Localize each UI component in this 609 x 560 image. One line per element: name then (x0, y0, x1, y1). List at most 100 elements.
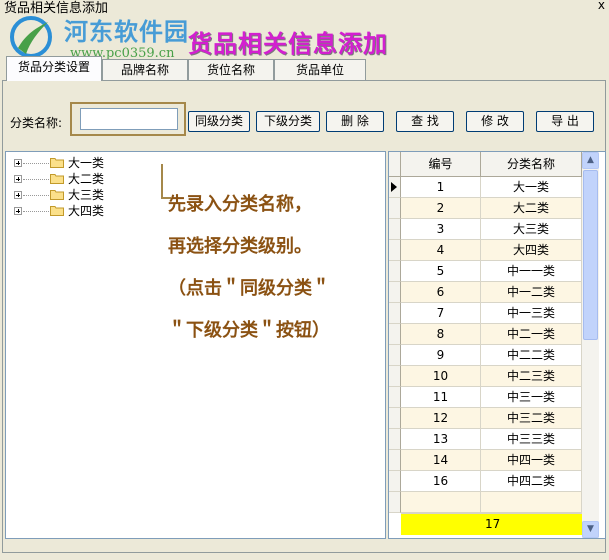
grid-header: 编号 分类名称 (389, 152, 582, 177)
cell-id[interactable] (401, 492, 481, 513)
table-row[interactable]: 10 中二三类 (389, 366, 582, 387)
tab-category-settings[interactable]: 货品分类设置 (6, 56, 102, 81)
table-row[interactable]: 16 中四二类 (389, 471, 582, 492)
cell-name[interactable]: 中二二类 (481, 345, 582, 366)
export-button[interactable]: 导 出 (536, 111, 594, 132)
tab-location-name[interactable]: 货位名称 (188, 59, 274, 80)
cell-name[interactable]: 大三类 (481, 219, 582, 240)
cell-name[interactable]: 中四二类 (481, 471, 582, 492)
row-selector[interactable] (389, 324, 401, 345)
row-selector[interactable] (389, 240, 401, 261)
row-selector[interactable] (389, 471, 401, 492)
plus-box-icon[interactable] (14, 207, 22, 215)
cell-id[interactable]: 10 (401, 366, 481, 387)
cell-name[interactable]: 中一二类 (481, 282, 582, 303)
cell-id[interactable]: 6 (401, 282, 481, 303)
row-selector[interactable] (389, 450, 401, 471)
vertical-scrollbar[interactable]: ▲ ▼ (582, 152, 599, 538)
table-row[interactable]: 12 中三二类 (389, 408, 582, 429)
edit-button[interactable]: 修 改 (466, 111, 524, 132)
cell-name[interactable]: 中一三类 (481, 303, 582, 324)
annotation-line: ＂下级分类＂按钮） (168, 320, 330, 341)
find-button[interactable]: 查 找 (396, 111, 454, 132)
row-selector[interactable] (389, 219, 401, 240)
tab-unit[interactable]: 货品单位 (274, 59, 366, 80)
scroll-down-icon[interactable]: ▼ (582, 521, 599, 538)
plus-box-icon[interactable] (14, 191, 22, 199)
cell-id[interactable]: 3 (401, 219, 481, 240)
cell-id[interactable]: 12 (401, 408, 481, 429)
annotation-connector (161, 164, 163, 198)
table-row[interactable]: 8 中二一类 (389, 324, 582, 345)
table-row[interactable]: 5 中一一类 (389, 261, 582, 282)
cell-id[interactable]: 8 (401, 324, 481, 345)
table-row[interactable]: 3 大三类 (389, 219, 582, 240)
column-header-id[interactable]: 编号 (401, 152, 481, 177)
tree-connector (23, 163, 51, 164)
table-row[interactable]: 11 中三一类 (389, 387, 582, 408)
row-selector[interactable] (389, 282, 401, 303)
row-selector[interactable] (389, 177, 401, 198)
table-row[interactable]: 13 中三三类 (389, 429, 582, 450)
cell-name[interactable]: 中三二类 (481, 408, 582, 429)
row-selector[interactable] (389, 387, 401, 408)
cell-name[interactable]: 中三三类 (481, 429, 582, 450)
delete-button[interactable]: 删 除 (326, 111, 384, 132)
row-selector[interactable] (389, 261, 401, 282)
cell-name[interactable]: 中一一类 (481, 261, 582, 282)
cell-name[interactable] (481, 492, 582, 513)
cell-name[interactable]: 中四一类 (481, 450, 582, 471)
close-button[interactable]: x (598, 0, 605, 12)
row-selector[interactable] (389, 366, 401, 387)
row-selector[interactable] (389, 303, 401, 324)
table-row[interactable]: 1 大一类 (389, 177, 582, 198)
category-grid[interactable]: 编号 分类名称 1 大一类 2 大二类 3 大三类 4 大四类 5 中一一类 6 中一二类 7 中一三类 8… (388, 151, 606, 539)
column-header-name[interactable]: 分类名称 (481, 152, 582, 177)
folder-icon (50, 206, 64, 216)
triangle-right-icon (391, 182, 397, 192)
row-selector[interactable] (389, 492, 401, 513)
tree-node-label: 大四类 (68, 204, 105, 218)
cell-id[interactable]: 5 (401, 261, 481, 282)
sub-level-button[interactable]: 下级分类 (256, 111, 320, 132)
cell-id[interactable]: 14 (401, 450, 481, 471)
plus-box-icon[interactable] (14, 159, 22, 167)
cell-name[interactable]: 中三一类 (481, 387, 582, 408)
annotation-line: （点击＂同级分类＂ (168, 278, 330, 299)
cell-id[interactable]: 13 (401, 429, 481, 450)
table-row[interactable]: 4 大四类 (389, 240, 582, 261)
table-row[interactable]: 14 中四一类 (389, 450, 582, 471)
table-row[interactable]: 6 中一二类 (389, 282, 582, 303)
cell-name[interactable]: 中二一类 (481, 324, 582, 345)
scroll-up-icon[interactable]: ▲ (582, 152, 599, 169)
table-row[interactable]: 2 大二类 (389, 198, 582, 219)
tab-brand-name[interactable]: 品牌名称 (102, 59, 188, 80)
row-selector[interactable] (389, 408, 401, 429)
row-selector[interactable] (389, 345, 401, 366)
row-selector[interactable] (389, 429, 401, 450)
cell-id[interactable]: 1 (401, 177, 481, 198)
cell-id[interactable]: 9 (401, 345, 481, 366)
cell-id[interactable]: 7 (401, 303, 481, 324)
same-level-button[interactable]: 同级分类 (188, 111, 250, 132)
table-row[interactable]: 9 中二二类 (389, 345, 582, 366)
cell-name[interactable]: 大一类 (481, 177, 582, 198)
tree-connector (23, 179, 51, 180)
cell-id[interactable]: 11 (401, 387, 481, 408)
table-row[interactable]: 7 中一三类 (389, 303, 582, 324)
category-name-input[interactable] (80, 108, 178, 130)
table-row[interactable] (389, 492, 582, 513)
annotation-line: 先录入分类名称， (168, 194, 312, 215)
cell-name[interactable]: 大四类 (481, 240, 582, 261)
cell-name[interactable]: 大二类 (481, 198, 582, 219)
tree-node-label: 大二类 (68, 172, 105, 186)
scroll-thumb[interactable] (583, 170, 598, 340)
cell-id[interactable]: 4 (401, 240, 481, 261)
row-selector-header (389, 152, 401, 177)
cell-name[interactable]: 中二三类 (481, 366, 582, 387)
tree-node-label: 大三类 (68, 188, 105, 202)
cell-id[interactable]: 2 (401, 198, 481, 219)
plus-box-icon[interactable] (14, 175, 22, 183)
row-selector[interactable] (389, 198, 401, 219)
cell-id[interactable]: 16 (401, 471, 481, 492)
